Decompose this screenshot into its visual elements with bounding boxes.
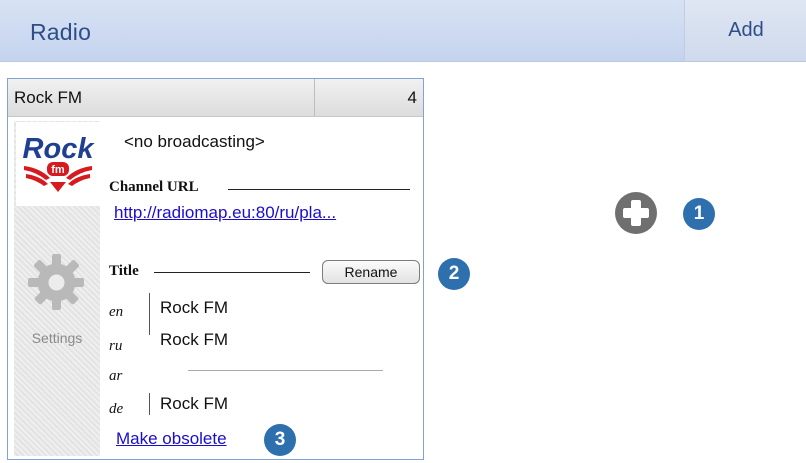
empty-title-rule	[188, 370, 383, 371]
title-value[interactable]: Rock FM	[160, 298, 228, 318]
gear-icon[interactable]	[26, 252, 86, 312]
title-value[interactable]: Rock FM	[160, 330, 228, 350]
station-card-header: Rock FM 4	[8, 79, 423, 117]
plus-circle-icon[interactable]	[614, 191, 658, 235]
channel-url-rule	[228, 189, 410, 190]
station-count: 4	[407, 88, 417, 107]
page-title: Radio	[30, 19, 92, 45]
lang-code: de	[109, 401, 124, 417]
channel-url-label: Channel URL	[109, 179, 199, 195]
callout-badge: 1	[683, 198, 715, 230]
title-value[interactable]: Rock FM	[160, 394, 228, 414]
settings-label[interactable]: Settings	[14, 330, 100, 346]
header-divider	[314, 79, 315, 116]
top-bar: Radio Add	[0, 0, 806, 62]
lang-code: ar	[109, 368, 123, 384]
make-obsolete-link[interactable]: Make obsolete	[116, 429, 227, 449]
title-vline-top	[149, 293, 150, 335]
broadcast-status: <no broadcasting>	[124, 132, 265, 151]
rockfm-logo: Rock fm	[16, 122, 100, 206]
rename-button[interactable]: Rename	[322, 260, 420, 284]
lang-code: en	[109, 304, 124, 320]
lang-code: ru	[109, 338, 123, 354]
station-card: Rock FM 4 Rock fm Settings <no broadcast…	[7, 78, 424, 460]
title-label: Title	[109, 263, 139, 279]
add-button[interactable]: Add	[684, 0, 806, 61]
channel-url-link[interactable]: http://radiomap.eu:80/ru/pla...	[114, 203, 419, 223]
logo-subtext: fm	[51, 164, 65, 176]
logo-text: Rock	[23, 133, 96, 165]
title-rule	[154, 272, 310, 273]
station-name: Rock FM	[14, 88, 82, 107]
callout-badge: 2	[438, 258, 470, 290]
callout-badge: 3	[264, 424, 296, 456]
title-vline-bottom	[149, 393, 150, 415]
